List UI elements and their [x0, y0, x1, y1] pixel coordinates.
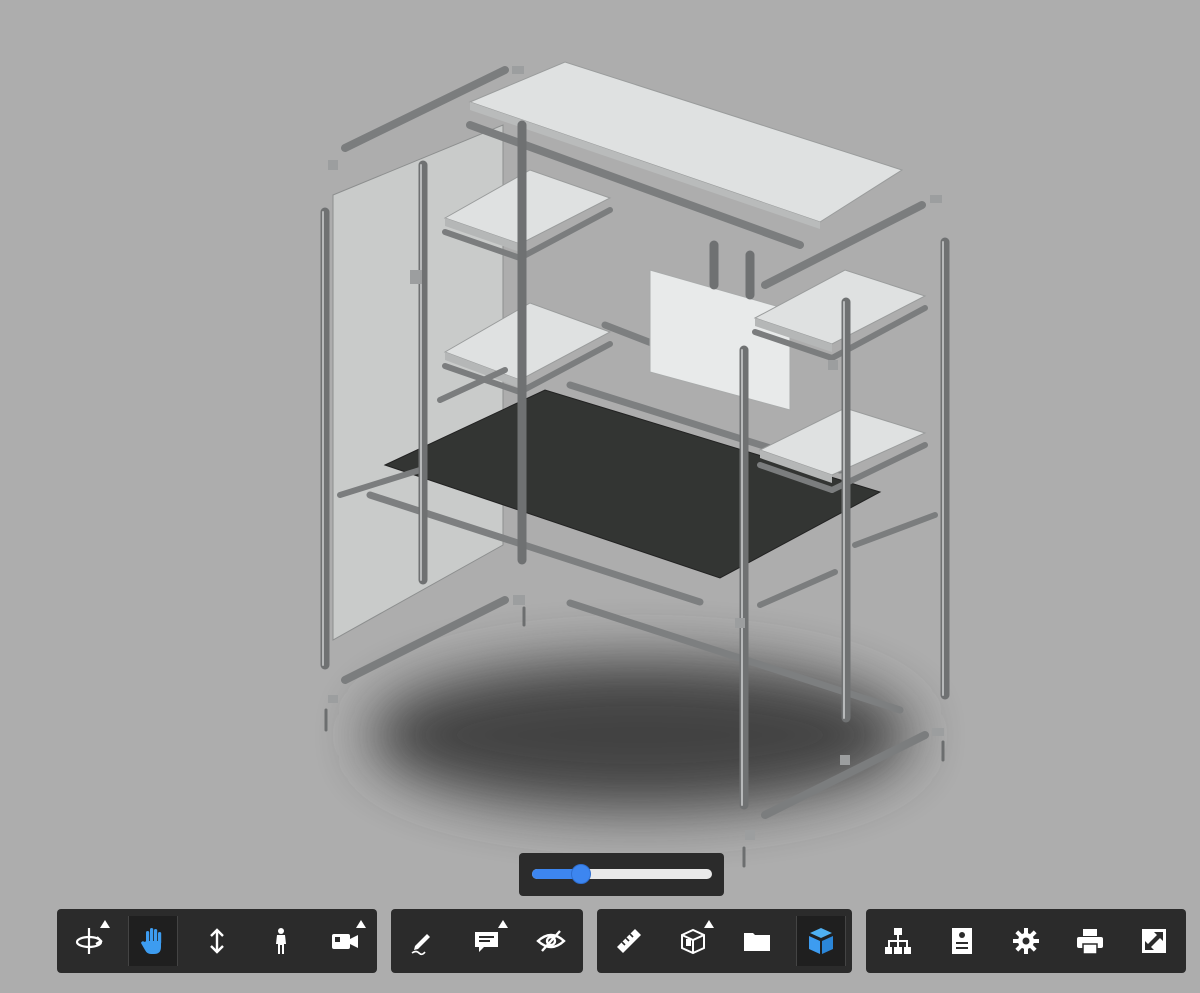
- comment-icon: [475, 932, 498, 952]
- orbit-icon: [75, 928, 103, 954]
- print-button[interactable]: [1065, 916, 1115, 966]
- model-browser-icon: [885, 928, 911, 954]
- camera-button[interactable]: [320, 916, 370, 966]
- folder-icon: [744, 933, 770, 951]
- 3d-model-viewport[interactable]: [0, 0, 1200, 993]
- explode-slider-track[interactable]: [532, 869, 712, 879]
- flyout-arrow-icon: [704, 920, 714, 928]
- markup-pencil-icon: [411, 934, 430, 956]
- flyout-arrow-icon: [100, 920, 110, 928]
- explode-slider-panel: [519, 853, 724, 896]
- explode-slider-thumb[interactable]: [570, 864, 591, 884]
- explode-cube-icon: [809, 928, 833, 954]
- floor-shadow: [370, 660, 910, 810]
- first-person-button[interactable]: [256, 916, 306, 966]
- pan-icon: [141, 928, 162, 954]
- settings-button[interactable]: [1001, 916, 1051, 966]
- hide-button[interactable]: [526, 916, 576, 966]
- toolbar-review: [391, 909, 583, 973]
- section-button[interactable]: [668, 916, 718, 966]
- model-browser-button[interactable]: [873, 916, 923, 966]
- toolbar-settings: [866, 909, 1186, 973]
- zoom-icon: [210, 928, 224, 954]
- hide-eye-icon: [536, 930, 566, 952]
- measure-ruler-icon: [617, 929, 641, 953]
- folder-button[interactable]: [732, 916, 782, 966]
- toolbar-analysis: [597, 909, 852, 973]
- explode-button[interactable]: [796, 916, 846, 966]
- back-panel[interactable]: [649, 269, 791, 411]
- first-person-icon: [276, 928, 286, 954]
- fullscreen-button[interactable]: [1129, 916, 1179, 966]
- orbit-button[interactable]: [64, 916, 114, 966]
- properties-icon: [952, 928, 972, 954]
- flyout-arrow-icon: [356, 920, 366, 928]
- flyout-arrow-icon: [498, 920, 508, 928]
- measure-button[interactable]: [604, 916, 654, 966]
- camera-icon: [332, 934, 358, 949]
- comment-button[interactable]: [462, 916, 512, 966]
- toolbar-navigation: [57, 909, 377, 973]
- pan-button[interactable]: [128, 916, 178, 966]
- section-box-icon: [681, 928, 705, 955]
- zoom-button[interactable]: [192, 916, 242, 966]
- print-icon: [1077, 929, 1103, 955]
- settings-gear-icon: [1013, 928, 1039, 954]
- markup-button[interactable]: [398, 916, 448, 966]
- fullscreen-icon: [1142, 929, 1166, 953]
- properties-button[interactable]: [937, 916, 987, 966]
